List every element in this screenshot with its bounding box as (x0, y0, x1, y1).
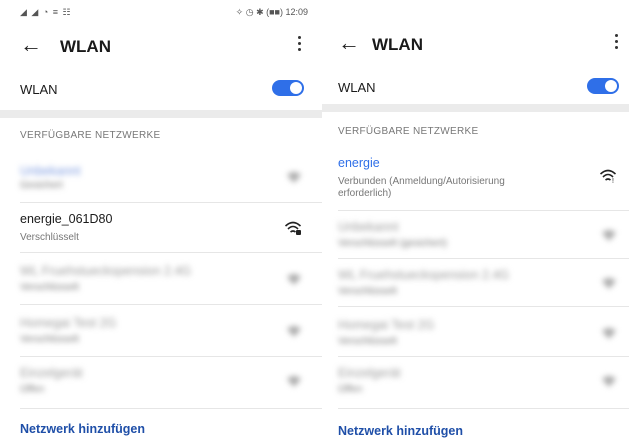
toggle-knob (290, 82, 302, 94)
section-header: VERFÜGBARE NETZWERKE (338, 126, 479, 137)
network-item-connected[interactable]: energie Verbunden (Anmeldung/Autorisieru… (322, 154, 629, 210)
row-divider (20, 304, 322, 305)
wlan-label: WLAN (20, 82, 58, 97)
network-name: WL Fruehstueckspension 2.4G (338, 268, 510, 282)
network-name: Homegai Test 2G (20, 316, 117, 330)
app-bar: ← WLAN (322, 24, 629, 64)
network-item[interactable]: Unbekannt Gesichert (0, 160, 322, 200)
wifi-login-icon: ! (599, 168, 617, 189)
wifi-lock-icon (286, 272, 302, 291)
wlan-toggle-row[interactable]: WLAN (0, 70, 322, 106)
network-status: Verschlüsselt (338, 286, 397, 297)
wlan-toggle[interactable] (587, 78, 619, 94)
wifi-lock-icon (601, 276, 617, 295)
more-options-icon[interactable] (615, 34, 619, 52)
row-divider (338, 258, 629, 259)
row-divider (20, 408, 322, 409)
section-header: VERFÜGBARE NETZWERKE (20, 130, 161, 141)
wlan-label: WLAN (338, 80, 376, 95)
status-bar: ◢ ◢ ◔ ≡ ☷ ✧ ◷ ✱ (■■) 12:09 (0, 0, 322, 26)
network-name: Unbekannt (20, 164, 81, 178)
network-status: Verschlüsselt (20, 334, 79, 345)
back-arrow-icon[interactable]: ← (338, 32, 360, 54)
network-item[interactable]: energie_061D80 Verschlüsselt (0, 208, 322, 248)
page-title: WLAN (372, 35, 423, 54)
wifi-lock-icon (286, 170, 302, 189)
network-status: Verbunden (Anmeldung/Autorisierung erfor… (338, 176, 505, 199)
network-item[interactable]: Unbekannt Verschlüsselt (gesichert) (322, 216, 629, 256)
network-item[interactable]: Homegai Test 2G Verschlüsselt (322, 314, 629, 354)
row-divider (20, 252, 322, 253)
wlan-toggle[interactable] (272, 80, 304, 96)
back-arrow-icon[interactable]: ← (20, 34, 42, 56)
network-item[interactable]: Homegai Test 2G Verschlüsselt (0, 312, 322, 352)
row-divider (20, 202, 322, 203)
network-status: Verschlüsselt (20, 282, 79, 293)
network-name: Homegai Test 2G (338, 318, 435, 332)
network-name: Einzelgerät (338, 366, 401, 380)
row-divider (338, 356, 629, 357)
screenshot-comparison: ◢ ◢ ◔ ≡ ☷ ✧ ◷ ✱ (■■) 12:09 ← WLAN WLAN V… (0, 0, 629, 438)
add-network-button[interactable]: Netzwerk hinzufügen (338, 424, 463, 438)
network-name: Unbekannt (338, 220, 399, 234)
network-status: Verschlüsselt (gesichert) (338, 238, 447, 249)
right-screen: ← WLAN WLAN VERFÜGBARE NETZWERKE energie… (322, 0, 629, 438)
wifi-icon (286, 374, 302, 393)
network-status: Gesichert (20, 180, 63, 191)
wifi-lock-icon (286, 324, 302, 343)
network-name: Einzelgerät (20, 366, 83, 380)
left-screen: ◢ ◢ ◔ ≡ ☷ ✧ ◷ ✱ (■■) 12:09 ← WLAN WLAN V… (0, 0, 322, 438)
row-divider (338, 408, 629, 409)
toggle-knob (605, 80, 617, 92)
network-item[interactable]: Einzelgerät Offen (0, 362, 322, 402)
network-item[interactable]: Einzelgerät Offen (322, 362, 629, 402)
row-divider (338, 306, 629, 307)
wifi-lock-icon (284, 220, 302, 241)
section-separator (0, 110, 322, 118)
network-status: Verschlüsselt (338, 336, 397, 347)
row-divider (20, 356, 322, 357)
section-separator (322, 104, 629, 112)
wifi-lock-icon (601, 228, 617, 247)
add-network-button[interactable]: Netzwerk hinzufügen (20, 422, 145, 436)
page-title: WLAN (60, 37, 111, 56)
status-icons-right: ✧ ◷ ✱ (■■) 12:09 (235, 7, 308, 17)
network-name: energie (338, 156, 380, 170)
status-icons-left: ◢ ◢ ◔ ≡ ☷ (20, 7, 72, 17)
wlan-toggle-row[interactable]: WLAN (322, 68, 629, 104)
network-name: WL Fruehstueckspension 2.4G (20, 264, 192, 278)
svg-text:!: ! (612, 178, 614, 184)
network-status: Offen (338, 384, 363, 395)
app-bar: ← WLAN (0, 26, 322, 66)
more-options-icon[interactable] (298, 36, 302, 54)
row-divider (338, 210, 629, 211)
network-item[interactable]: WL Fruehstueckspension 2.4G Verschlüssel… (0, 260, 322, 300)
wifi-lock-icon (601, 326, 617, 345)
network-item[interactable]: WL Fruehstueckspension 2.4G Verschlüssel… (322, 264, 629, 304)
network-name: energie_061D80 (20, 212, 113, 226)
network-status: Verschlüsselt (20, 232, 79, 243)
wifi-icon (601, 374, 617, 393)
network-status: Offen (20, 384, 45, 395)
